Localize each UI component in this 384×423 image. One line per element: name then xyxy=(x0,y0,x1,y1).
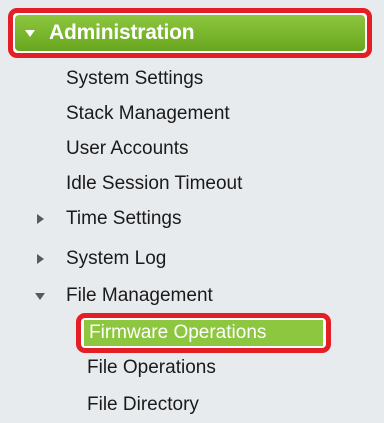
admin-nav-panel: Administration System Settings Stack Man… xyxy=(0,0,384,423)
expand-arrow-icon[interactable] xyxy=(37,244,44,274)
nav-item-idle-session-timeout[interactable]: Idle Session Timeout xyxy=(66,169,242,199)
nav-item-stack-management[interactable]: Stack Management xyxy=(66,99,230,129)
firmware-operations-highlight: Firmware Operations xyxy=(76,313,331,353)
nav-item-firmware-operations[interactable]: Firmware Operations xyxy=(84,320,323,346)
nav-item-user-accounts[interactable]: User Accounts xyxy=(66,134,189,164)
collapse-arrow-icon[interactable] xyxy=(35,281,45,311)
nav-item-file-directory[interactable]: File Directory xyxy=(87,390,199,420)
section-title: Administration xyxy=(49,21,195,44)
administration-section-header-highlight: Administration xyxy=(8,8,372,58)
nav-item-time-settings[interactable]: Time Settings xyxy=(66,204,181,234)
chevron-down-icon xyxy=(25,29,35,37)
nav-item-file-management[interactable]: File Management xyxy=(66,281,213,311)
nav-item-file-operations[interactable]: File Operations xyxy=(87,353,216,383)
nav-item-system-log[interactable]: System Log xyxy=(66,244,166,274)
administration-section-header[interactable]: Administration xyxy=(15,15,365,51)
expand-arrow-icon[interactable] xyxy=(37,204,44,234)
nav-item-system-settings[interactable]: System Settings xyxy=(66,64,203,94)
